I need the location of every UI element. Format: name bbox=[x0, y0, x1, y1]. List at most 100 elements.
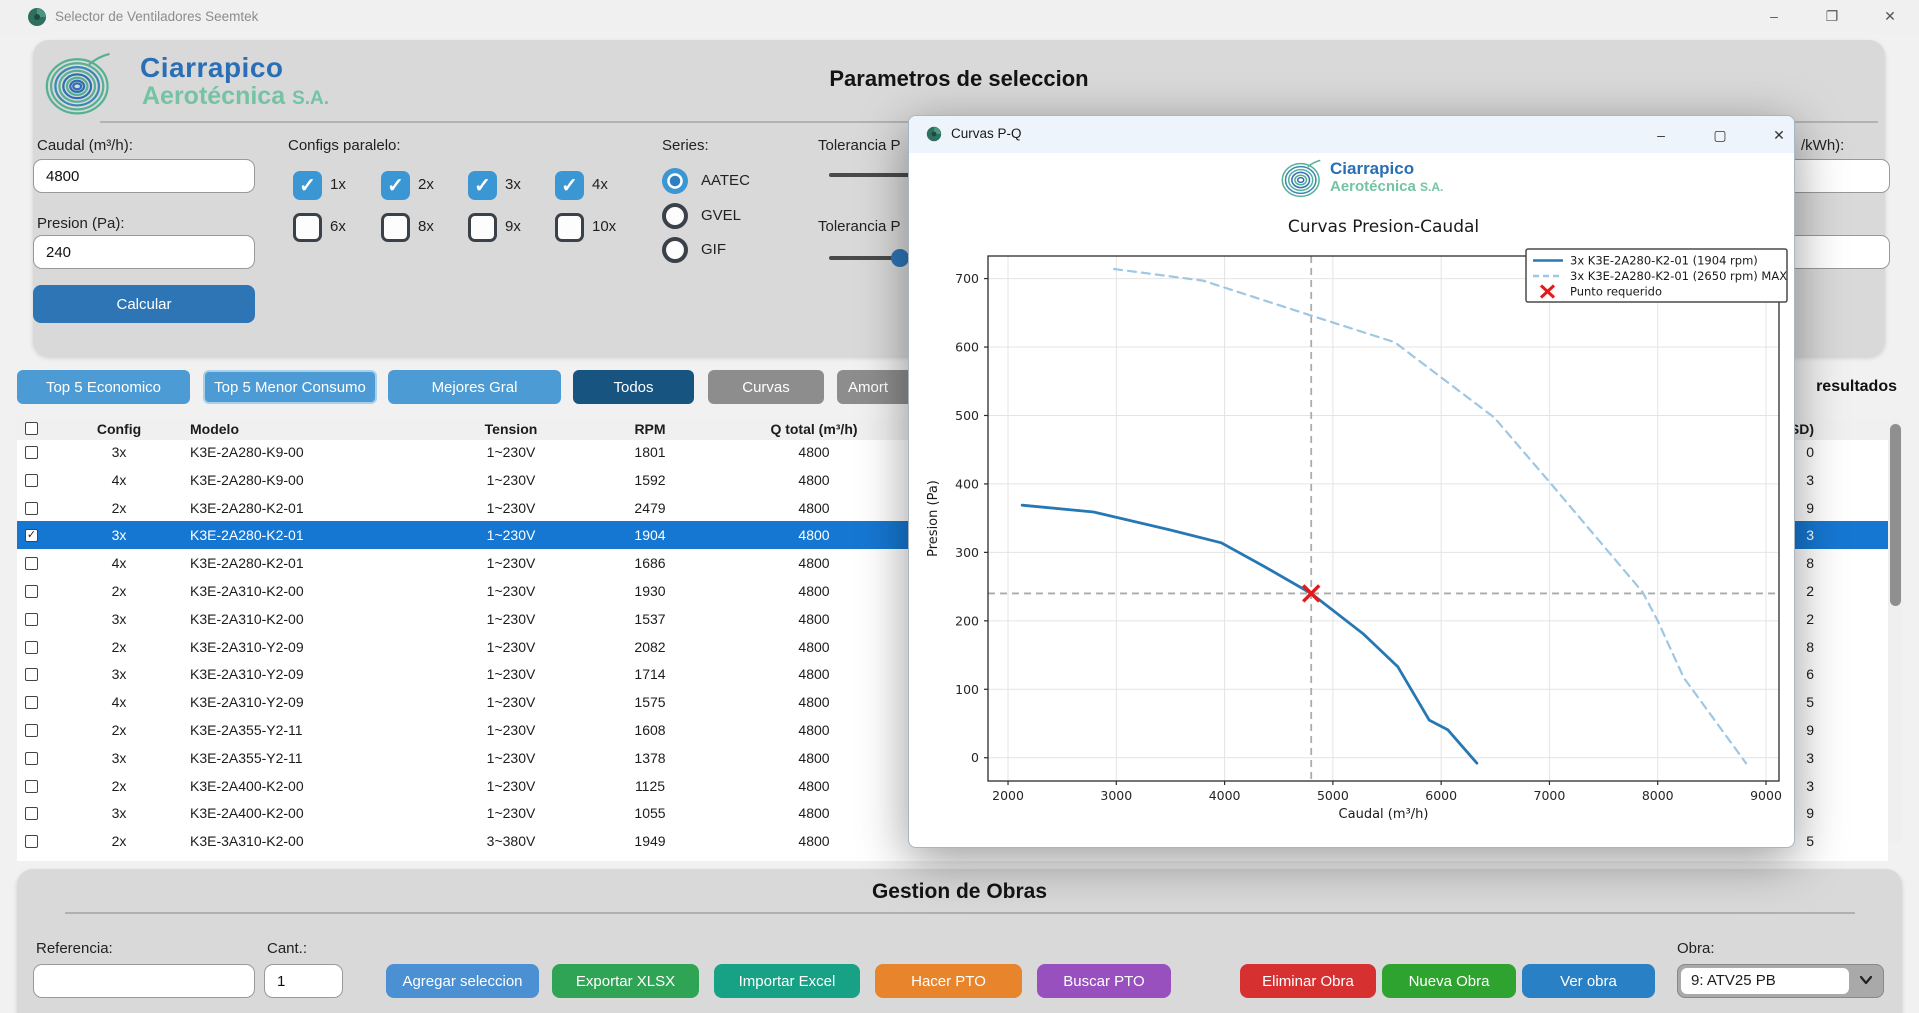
series-radio-GIF[interactable] bbox=[662, 237, 688, 263]
row-checkbox[interactable] bbox=[25, 502, 38, 515]
row-checkbox[interactable] bbox=[25, 807, 38, 820]
cell-q: 4800 bbox=[744, 688, 884, 716]
cell-config: 3x bbox=[89, 799, 149, 827]
cell-modelo: K3E-2A280-K2-01 bbox=[190, 549, 460, 577]
row-checkbox[interactable] bbox=[25, 474, 38, 487]
chart-xlabel: Caudal (m³/h) bbox=[1339, 807, 1429, 822]
select-all-checkbox[interactable] bbox=[25, 422, 38, 435]
ver-obra-button[interactable]: Ver obra bbox=[1522, 964, 1655, 998]
cell-q: 4800 bbox=[744, 744, 884, 772]
tab-mejores-gral[interactable]: Mejores Gral bbox=[388, 370, 561, 404]
row-checkbox[interactable] bbox=[25, 557, 38, 570]
cell-config: 3x bbox=[89, 605, 149, 633]
cell-q: 4800 bbox=[744, 660, 884, 688]
tolerancia-caudal-slider-handle[interactable] bbox=[891, 249, 909, 267]
cell-rpm: 1714 bbox=[600, 660, 700, 688]
series-radio-label: GIF bbox=[701, 241, 726, 258]
app-icon bbox=[27, 7, 47, 27]
cell-q: 4800 bbox=[744, 827, 884, 855]
row-checkbox[interactable] bbox=[25, 752, 38, 765]
cell-rpm: 1949 bbox=[600, 827, 700, 855]
svg-text:700: 700 bbox=[955, 271, 979, 286]
cell-tension: 1~230V bbox=[446, 466, 576, 494]
tab-curvas[interactable]: Curvas bbox=[708, 370, 824, 404]
close-button[interactable]: ✕ bbox=[1867, 3, 1913, 29]
column-header[interactable]: Modelo bbox=[190, 418, 460, 440]
eliminar-obra-button[interactable]: Eliminar Obra bbox=[1240, 964, 1376, 998]
obra-select[interactable]: 9: ATV25 PB bbox=[1677, 964, 1884, 998]
series-radio-AATEC[interactable] bbox=[662, 168, 688, 194]
cell-tension: 1~230V bbox=[446, 438, 576, 466]
tab-top-5-economico[interactable]: Top 5 Economico bbox=[17, 370, 190, 404]
cell-tension: 1~230V bbox=[446, 577, 576, 605]
column-header[interactable]: Tension bbox=[446, 418, 576, 440]
cell-q: 4800 bbox=[744, 799, 884, 827]
cell-modelo: K3E-2A310-Y2-09 bbox=[190, 660, 460, 688]
minimize-button[interactable]: – bbox=[1751, 3, 1797, 29]
cell-config: 3x bbox=[89, 744, 149, 772]
cell-tension: 1~230V bbox=[446, 660, 576, 688]
svg-text:500: 500 bbox=[955, 408, 979, 423]
exportar-xlsx-button[interactable]: Exportar XLSX bbox=[552, 964, 699, 998]
row-checkbox[interactable]: ✓ bbox=[25, 529, 38, 542]
chart-ylabel: Presion (Pa) bbox=[926, 480, 941, 557]
obra-label: Obra: bbox=[1677, 940, 1715, 957]
column-header[interactable]: Config bbox=[89, 418, 149, 440]
cell-rpm: 2479 bbox=[600, 494, 700, 522]
row-checkbox[interactable] bbox=[25, 696, 38, 709]
tab-todos[interactable]: Todos bbox=[573, 370, 694, 404]
pq-chart: 2000300040005000600070008000900001002003… bbox=[909, 116, 1796, 849]
svg-text:2000: 2000 bbox=[992, 788, 1024, 803]
table-scrollbar-thumb[interactable] bbox=[1890, 424, 1901, 606]
cell-tension: 1~230V bbox=[446, 716, 576, 744]
cell-q: 4800 bbox=[744, 716, 884, 744]
cell-rpm: 1930 bbox=[600, 577, 700, 605]
chevron-down-icon bbox=[1858, 972, 1874, 993]
cell-config: 3x bbox=[89, 660, 149, 688]
cant-input[interactable]: 1 bbox=[264, 964, 343, 998]
maximize-button[interactable]: ❐ bbox=[1809, 3, 1855, 29]
cell-tension: 1~230V bbox=[446, 772, 576, 800]
svg-text:0: 0 bbox=[971, 750, 979, 765]
curve-series-0 bbox=[1022, 505, 1477, 763]
svg-text:3x K3E-2A280-K2-01 (1904 rpm): 3x K3E-2A280-K2-01 (1904 rpm) bbox=[1570, 254, 1758, 268]
row-checkbox[interactable] bbox=[25, 585, 38, 598]
svg-text:Punto requerido: Punto requerido bbox=[1570, 285, 1662, 299]
row-checkbox[interactable] bbox=[25, 780, 38, 793]
row-checkbox[interactable] bbox=[25, 446, 38, 459]
nueva-obra-button[interactable]: Nueva Obra bbox=[1382, 964, 1516, 998]
referencia-input[interactable] bbox=[33, 964, 255, 998]
cell-config: 2x bbox=[89, 633, 149, 661]
hacer-pto-button[interactable]: Hacer PTO bbox=[875, 964, 1022, 998]
svg-text:5000: 5000 bbox=[1317, 788, 1349, 803]
cell-tension: 1~230V bbox=[446, 494, 576, 522]
kwh-label: /kWh): bbox=[1801, 137, 1844, 154]
cell-rpm: 1055 bbox=[600, 799, 700, 827]
row-checkbox[interactable] bbox=[25, 668, 38, 681]
series-radio-GVEL[interactable] bbox=[662, 203, 688, 229]
agregar-seleccion-button[interactable]: Agregar seleccion bbox=[386, 964, 539, 998]
cell-modelo: K3E-2A280-K2-01 bbox=[190, 521, 460, 549]
svg-text:300: 300 bbox=[955, 545, 979, 560]
chart-title: Curvas Presion-Caudal bbox=[1288, 217, 1479, 237]
row-checkbox[interactable] bbox=[25, 641, 38, 654]
series-radio-label: AATEC bbox=[701, 172, 750, 189]
cell-tension: 1~230V bbox=[446, 799, 576, 827]
cell-tension: 1~230V bbox=[446, 521, 576, 549]
svg-text:3x K3E-2A280-K2-01 (2650 rpm): 3x K3E-2A280-K2-01 (2650 rpm) MAX bbox=[1570, 269, 1787, 283]
cell-tension: 1~230V bbox=[446, 688, 576, 716]
column-header[interactable]: Q total (m³/h) bbox=[744, 418, 884, 440]
row-checkbox[interactable] bbox=[25, 613, 38, 626]
cell-tension: 1~230V bbox=[446, 744, 576, 772]
column-header[interactable]: RPM bbox=[600, 418, 700, 440]
tab-top-5-menor-consumo[interactable]: Top 5 Menor Consumo bbox=[203, 370, 377, 404]
buscar-pto-button[interactable]: Buscar PTO bbox=[1037, 964, 1171, 998]
svg-text:400: 400 bbox=[955, 476, 979, 491]
row-checkbox[interactable] bbox=[25, 835, 38, 848]
cell-rpm: 1904 bbox=[600, 521, 700, 549]
row-checkbox[interactable] bbox=[25, 724, 38, 737]
cell-config: 4x bbox=[89, 549, 149, 577]
window-title: Selector de Ventiladores Seemtek bbox=[55, 9, 258, 24]
importar-excel-button[interactable]: Importar Excel bbox=[714, 964, 860, 998]
cell-rpm: 1575 bbox=[600, 688, 700, 716]
